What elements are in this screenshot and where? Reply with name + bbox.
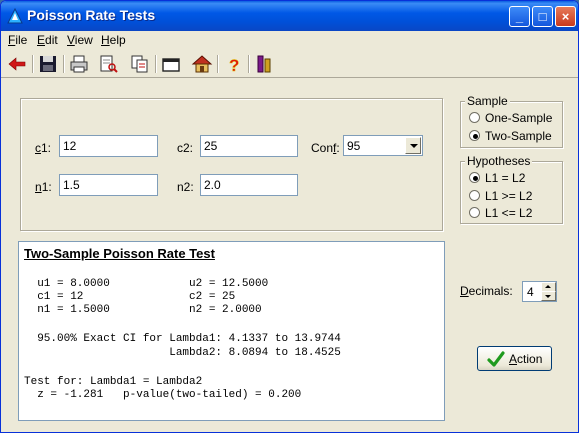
- info-icon[interactable]: [253, 53, 275, 75]
- n1-label-rest: 1:: [41, 180, 52, 194]
- inputs-panel: [20, 98, 443, 231]
- menu-help-key: H: [101, 33, 110, 47]
- n1-label: n1:: [35, 180, 52, 194]
- toolbar: ?: [1, 50, 578, 78]
- n1-label-key: n: [35, 180, 42, 194]
- spin-down-icon[interactable]: [541, 291, 556, 301]
- toolbar-separator: [32, 55, 34, 73]
- menu-bar: File Edit View Help: [1, 31, 578, 49]
- results-title: Two-Sample Poisson Rate Test: [24, 246, 215, 261]
- action-label-key: A: [509, 352, 518, 366]
- decimals-spinner[interactable]: 4: [522, 281, 557, 302]
- decimals-label-rest: ecimals:: [468, 284, 513, 298]
- decimals-label-key: D: [460, 284, 469, 298]
- toolbar-separator: [217, 55, 219, 73]
- hypotheses-group: Hypotheses L1 = L2 L1 >= L2 L1 <= L2: [460, 154, 563, 224]
- conf-label-rest: :: [336, 141, 340, 155]
- results-line: z = -1.281 p-value(two-tailed) = 0.200: [24, 389, 302, 401]
- sample-group: Sample One-Sample Two-Sample: [460, 94, 563, 148]
- action-label: Action: [509, 352, 542, 366]
- toolbar-separator: [248, 55, 250, 73]
- action-label-rest: ction: [517, 352, 543, 366]
- decimals-value: 4: [527, 285, 534, 299]
- maximize-button[interactable]: □: [532, 6, 553, 27]
- radio-hyp-equal-dot: [469, 172, 480, 183]
- minimize-button[interactable]: _: [509, 6, 530, 27]
- conf-value: 95: [347, 139, 361, 153]
- c1-label-rest: 1:: [41, 141, 52, 155]
- help-icon[interactable]: ?: [222, 53, 244, 75]
- menu-edit-label: dit: [45, 33, 58, 47]
- title-bar[interactable]: Poisson Rate Tests _ □ ×: [1, 1, 578, 31]
- menu-help-label: elp: [109, 33, 126, 47]
- toolbar-separator: [63, 55, 65, 73]
- app-logo-icon: [7, 8, 23, 24]
- radio-two-sample-label: Two-Sample: [485, 129, 552, 143]
- menu-view[interactable]: View: [67, 33, 93, 47]
- print-preview-icon[interactable]: [97, 53, 119, 75]
- radio-one-sample-label: One-Sample: [485, 111, 553, 125]
- app-window: Poisson Rate Tests _ □ × File Edit View …: [0, 0, 579, 433]
- radio-hyp-ge-dot: [469, 190, 480, 201]
- results-line: u1 = 8.0000 u2 = 12.5000: [24, 278, 269, 290]
- conf-label: Conf:: [311, 141, 340, 155]
- menu-edit[interactable]: Edit: [37, 33, 58, 47]
- n2-label: n2:: [177, 180, 194, 194]
- results-line: Test for: Lambda1 = Lambda2: [24, 376, 203, 388]
- radio-hyp-ge-label: L1 >= L2: [485, 189, 533, 203]
- results-line: 95.00% Exact CI for Lambda1: 4.1337 to 1…: [24, 333, 341, 345]
- results-line: Lambda2: 8.0894 to 18.4525: [24, 347, 341, 359]
- action-button[interactable]: Action: [477, 346, 552, 371]
- c2-input[interactable]: 25: [200, 135, 298, 157]
- print-icon[interactable]: [68, 53, 90, 75]
- back-arrow-icon[interactable]: [6, 53, 28, 75]
- menu-view-label: iew: [74, 33, 93, 47]
- c1-input[interactable]: 12: [59, 135, 158, 157]
- svg-text:?: ?: [229, 56, 239, 75]
- toolbar-separator: [155, 55, 157, 73]
- checkmark-icon: [487, 351, 505, 367]
- hypotheses-group-title: Hypotheses: [465, 154, 533, 168]
- c2-label: c2:: [177, 141, 194, 155]
- window-title: Poisson Rate Tests: [27, 7, 156, 23]
- menu-edit-key: E: [37, 33, 46, 47]
- n2-input[interactable]: 2.0: [200, 174, 298, 196]
- results-line: n1 = 1.5000 n2 = 2.0000: [24, 304, 262, 316]
- conf-dropdown[interactable]: 95: [343, 135, 423, 156]
- radio-two-sample-dot: [469, 130, 480, 141]
- radio-one-sample-dot: [469, 112, 480, 123]
- radio-hyp-le-dot: [469, 207, 480, 218]
- sample-group-title: Sample: [465, 94, 510, 108]
- new-window-icon[interactable]: [160, 53, 182, 75]
- radio-hyp-equal-label: L1 = L2: [485, 171, 526, 185]
- menu-file-label: ile: [15, 33, 28, 47]
- home-icon[interactable]: [191, 53, 213, 75]
- menu-file[interactable]: File: [8, 33, 27, 47]
- close-button[interactable]: ×: [555, 6, 576, 27]
- conf-label-prefix: Con: [311, 141, 334, 155]
- copy-icon[interactable]: [129, 53, 151, 75]
- decimals-label: Decimals:: [460, 284, 513, 298]
- menu-view-key: V: [67, 33, 75, 47]
- save-icon[interactable]: [37, 53, 59, 75]
- chevron-down-icon[interactable]: [405, 137, 421, 154]
- n1-input[interactable]: 1.5: [59, 174, 158, 196]
- radio-hyp-le-label: L1 <= L2: [485, 206, 533, 220]
- menu-help[interactable]: Help: [101, 33, 126, 47]
- results-line: c1 = 12 c2 = 25: [24, 291, 236, 303]
- c1-label: c1:: [35, 141, 51, 155]
- results-output[interactable]: Two-Sample Poisson Rate Test u1 = 8.0000…: [18, 241, 445, 421]
